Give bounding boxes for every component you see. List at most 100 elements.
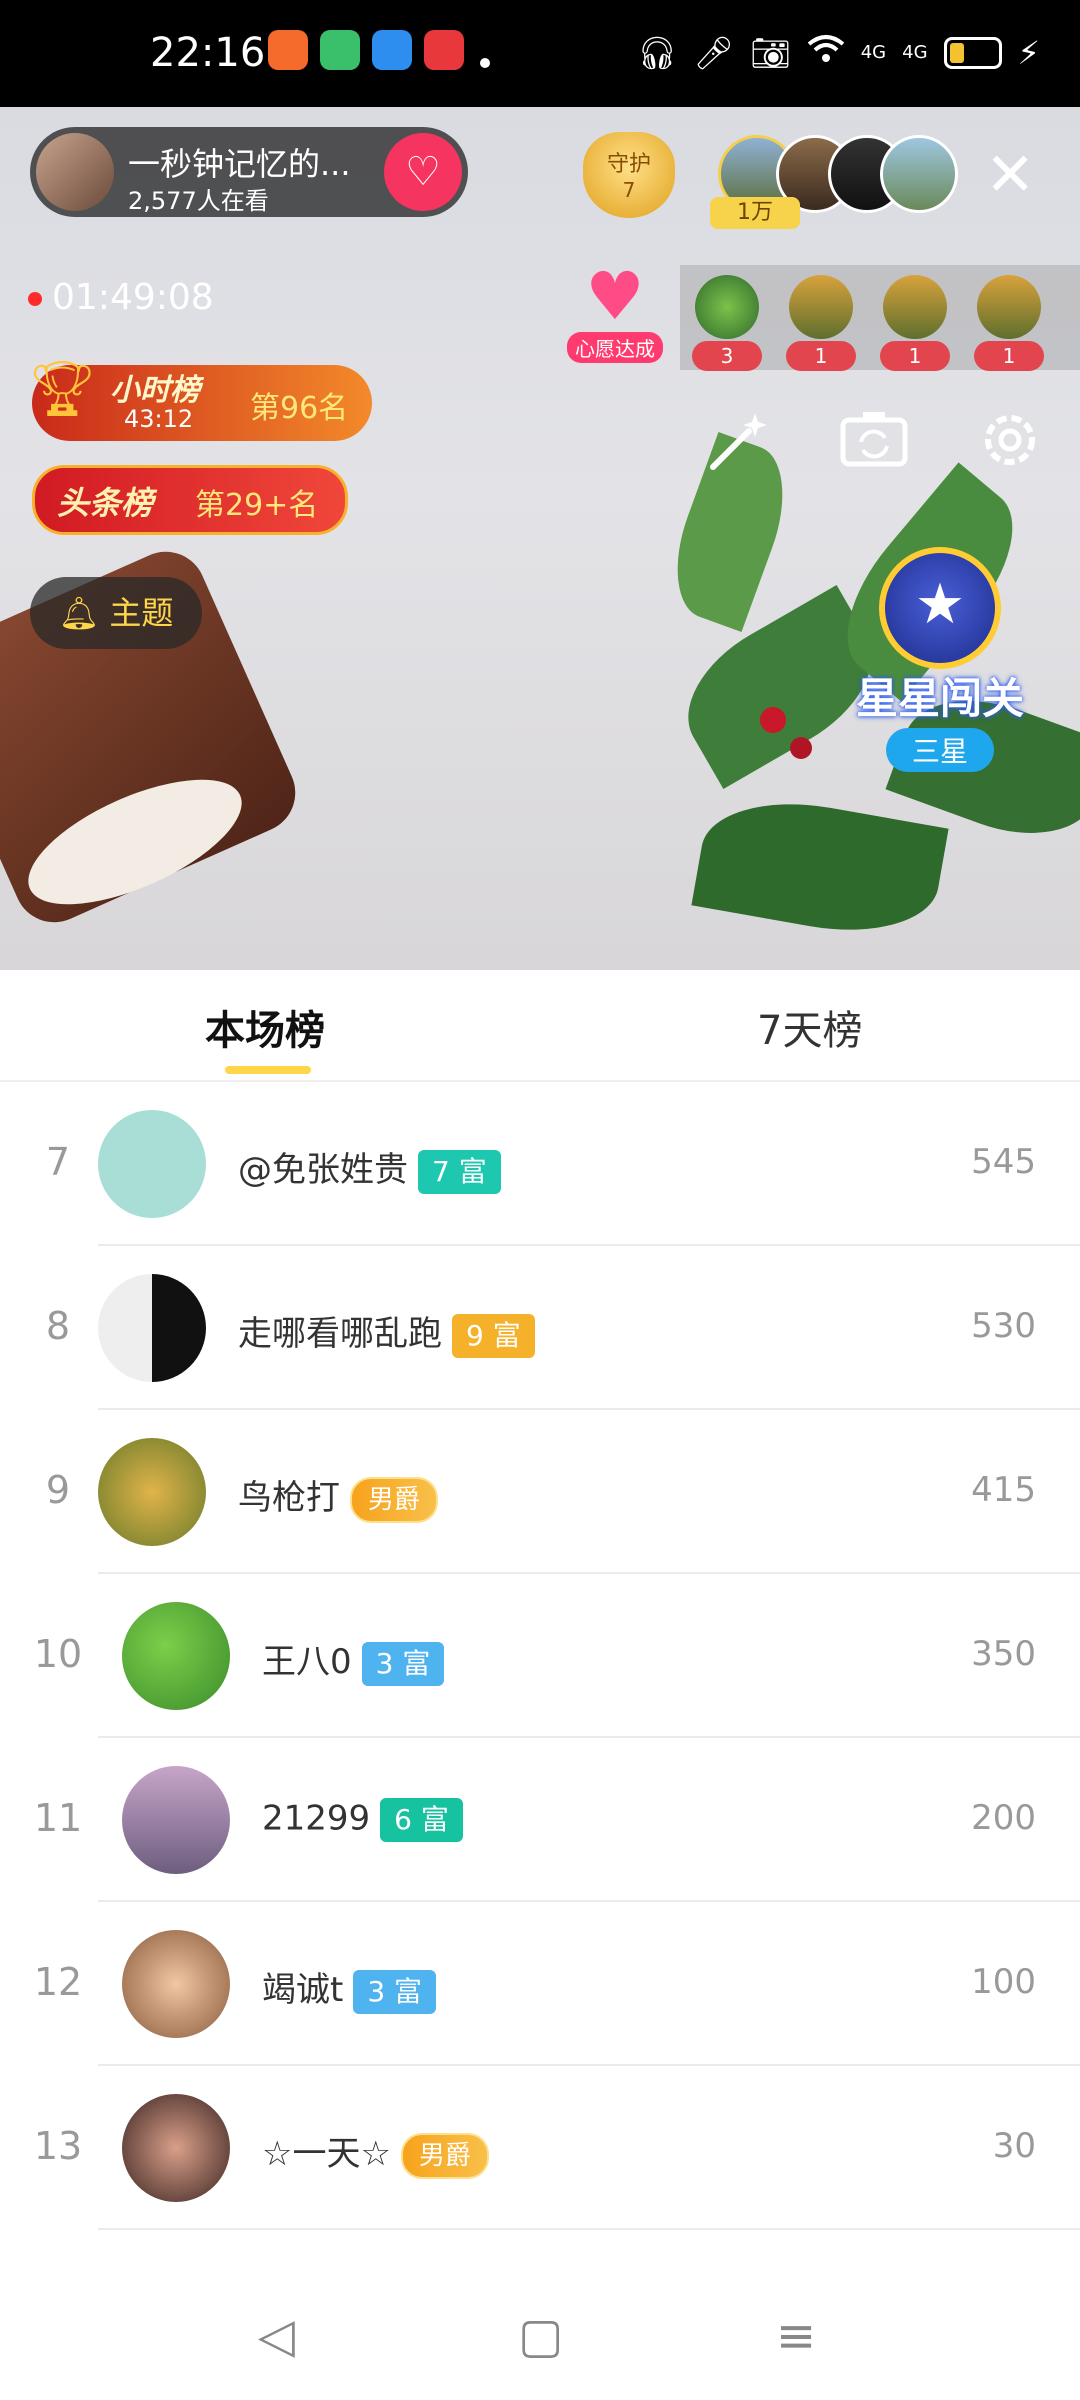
charging-icon: ⚡︎ [1017,34,1040,72]
live-timer: 01:49:08 [28,277,214,318]
noble-badge: 男爵 [400,2132,489,2179]
rank-number: 12 [33,1960,83,2004]
tab-current-session[interactable]: 本场榜 [205,998,325,1056]
ranking-row[interactable]: 8 走哪看哪乱跑 9 富 530 [0,1246,1080,1410]
gift-item[interactable]: 1 [784,275,858,371]
rank-number: 9 [45,1468,71,1512]
status-bar: 22:16 🎧︎ 🎤︎ 📷︎ 4G 4G ⚡︎ [0,0,1080,107]
4g-signal-icon: 4G [902,42,928,63]
berry-image [760,707,786,733]
gift-count: 1 [974,341,1044,371]
fan-avatar[interactable] [880,135,958,213]
wish-label: 心愿达成 [567,332,663,363]
user-name-group: 鸟枪打 男爵 [238,1470,439,1523]
streamer-avatar[interactable] [36,133,114,211]
gift-count: 1 [786,341,856,371]
ranking-row[interactable]: 12 竭诚t 3 富 100 [0,1902,1080,2066]
wealth-level-badge: 9 富 [452,1313,535,1358]
close-icon[interactable]: ✕ [985,145,1035,205]
contribution-score: 200 [971,1798,1036,1838]
app-notification-icon [424,30,464,70]
berry-image [790,737,812,759]
user-avatar[interactable] [98,1438,206,1546]
user-avatar[interactable] [98,1274,206,1382]
magic-wand-icon[interactable] [698,407,778,487]
star-pass-title: 星星闯关 [855,674,1024,723]
tab-seven-days[interactable]: 7天榜 [757,998,862,1056]
guard-count: 7 [622,178,636,202]
heart-plus-icon: ♡ [405,149,441,195]
user-avatar[interactable] [122,1602,230,1710]
top-fan-badge: 1万 [710,197,800,229]
heart-icon: ♥ [585,258,645,335]
flip-camera-icon[interactable] [834,407,914,487]
gear-icon[interactable] [970,407,1050,487]
user-name: 竭诚t [262,1970,344,2010]
back-icon[interactable]: ◁ [258,2308,295,2364]
gift-count: 3 [692,341,762,371]
plant-leaf-image [691,787,949,947]
hour-rank-badge[interactable]: 🏆︎ 小时榜 43:12 第96名 [28,357,372,441]
user-avatar[interactable] [122,1766,230,1874]
wealth-level-badge: 3 富 [353,1969,437,2014]
ranking-list: 7 @免张姓贵 7 富 545 8 走哪看哪乱跑 9 富 530 9 鸟枪打 男爵 415 10 王八0 3… [0,1082,1080,2230]
status-time: 22:16 [150,30,266,76]
noble-badge: 男爵 [350,1476,439,1523]
gift-item[interactable]: 1 [972,275,1046,371]
star-pass-event[interactable]: ★ 星星闯关 三星 [845,547,1035,772]
streamer-info[interactable]: 一秒钟记忆的... 2,577人在看 ♡ [30,127,468,217]
ranking-row[interactable]: 9 鸟枪打 男爵 415 [0,1410,1080,1574]
row-divider [98,2228,1080,2230]
rank-number: 11 [33,1796,83,1840]
contribution-score: 30 [992,2126,1036,2166]
wish-button[interactable]: ♥ 心愿达成 [565,258,665,363]
guard-badge[interactable]: 守护 7 [583,132,675,218]
app-notification-icon [372,30,412,70]
hour-rank-countdown: 43:12 [124,405,194,433]
headline-rank-title: 头条榜 [57,484,154,522]
star-emblem-icon: ★ [879,547,1001,669]
live-timer-text: 01:49:08 [52,277,214,318]
topic-button[interactable]: 🔔︎ 主题 [30,577,202,649]
user-avatar[interactable] [122,1930,230,2038]
follow-button[interactable]: ♡ [384,133,462,211]
hour-rank-position: 第96名 [250,391,349,426]
headline-rank-badge[interactable]: 头条榜 第29+名 [32,465,348,535]
bell-icon: 🔔︎ [58,594,100,632]
active-tab-indicator [225,1066,311,1074]
trophy-icon: 🏆︎ [28,357,97,420]
viewer-count: 2,577人在看 [128,187,269,215]
topic-label: 主题 [109,594,174,632]
4g-signal-icon: 4G [860,42,887,63]
user-avatar[interactable] [98,1110,206,1218]
user-avatar[interactable] [122,2094,230,2202]
menu-icon[interactable]: ≡ [776,2308,816,2364]
rank-number: 7 [45,1140,71,1184]
user-name: @免张姓贵 [238,1150,408,1190]
ranking-row[interactable]: 13 ☆一天☆ 男爵 30 [0,2066,1080,2230]
guard-label: 守护 [606,152,651,177]
home-icon[interactable]: ▢ [518,2308,563,2364]
star-pass-level: 三星 [885,728,994,772]
headline-rank-position: 第29+名 [195,488,319,523]
leaderboard-sheet: 本场榜 7天榜 7 @免张姓贵 7 富 545 8 走哪看哪乱跑 9 富 530 9 鸟枪打 男爵 4… [0,970,1080,2400]
user-name: 21299 [262,1798,371,1839]
live-video[interactable]: 一秒钟记忆的... 2,577人在看 ♡ 守护 7 1万 ✕ 01:49:08 … [0,107,1080,970]
user-name: 走哪看哪乱跑 [238,1314,442,1354]
system-nav-bar: ◁ ▢ ≡ [0,2270,1080,2400]
wealth-level-badge: 7 富 [418,1149,501,1194]
mic-icon: 🎤︎ [693,34,735,72]
ranking-row[interactable]: 10 王八0 3 富 350 [0,1574,1080,1738]
battery-icon [943,37,1002,69]
gift-item[interactable]: 1 [878,275,952,371]
ranking-row[interactable]: 11 21299 6 富 200 [0,1738,1080,1902]
hour-rank-title: 小时榜 [110,373,200,408]
ranking-row[interactable]: 7 @免张姓贵 7 富 545 [0,1082,1080,1246]
live-dot-icon [28,292,42,306]
more-notifications-icon [480,58,490,68]
user-name-group: @免张姓贵 7 富 [238,1142,501,1194]
gift-count: 1 [880,341,950,371]
gift-contributors[interactable]: 3 1 1 1 [680,265,1080,371]
gift-item[interactable]: 3 [690,275,764,371]
rank-number: 8 [45,1304,71,1348]
